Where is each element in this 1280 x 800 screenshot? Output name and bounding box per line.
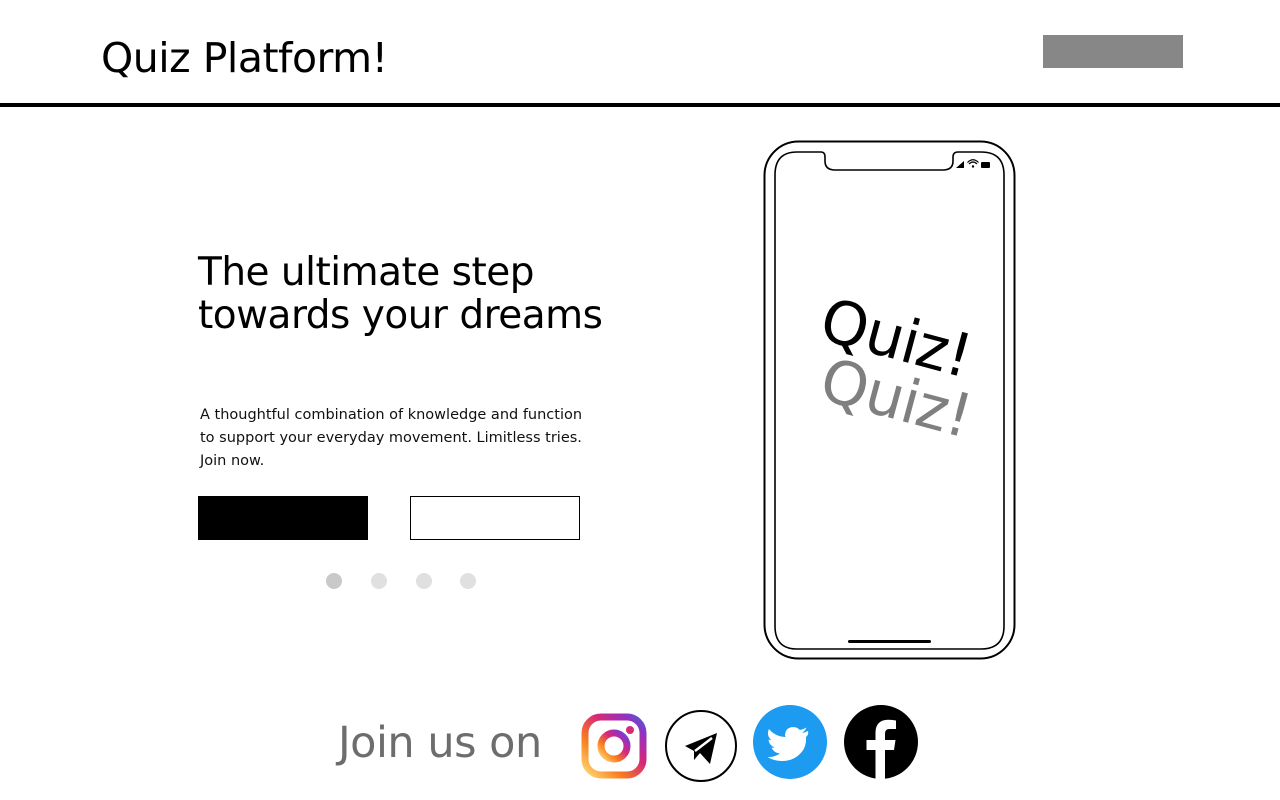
primary-cta-button[interactable] [198, 496, 368, 540]
site-header: Quiz Platform! [0, 0, 1280, 107]
carousel-dot[interactable] [416, 573, 432, 589]
secondary-cta-button[interactable] [410, 496, 580, 540]
facebook-icon [844, 705, 918, 779]
twitter-link[interactable] [752, 704, 828, 784]
header-nav-button[interactable] [1043, 35, 1183, 68]
telegram-icon [665, 710, 737, 782]
instagram-link[interactable] [579, 711, 649, 785]
hero-title: The ultimate step towards your dreams [198, 250, 603, 338]
brand-title: Quiz Platform! [101, 34, 388, 82]
join-us-text: Join us on [338, 718, 542, 768]
hero-description: A thoughtful combination of knowledge an… [200, 407, 583, 469]
instagram-icon [581, 713, 647, 779]
twitter-icon [753, 705, 827, 779]
facebook-link[interactable] [843, 704, 919, 784]
carousel-dot[interactable] [371, 573, 387, 589]
carousel-dot[interactable] [460, 573, 476, 589]
telegram-link[interactable] [664, 709, 738, 787]
carousel-dot[interactable] [326, 573, 342, 589]
